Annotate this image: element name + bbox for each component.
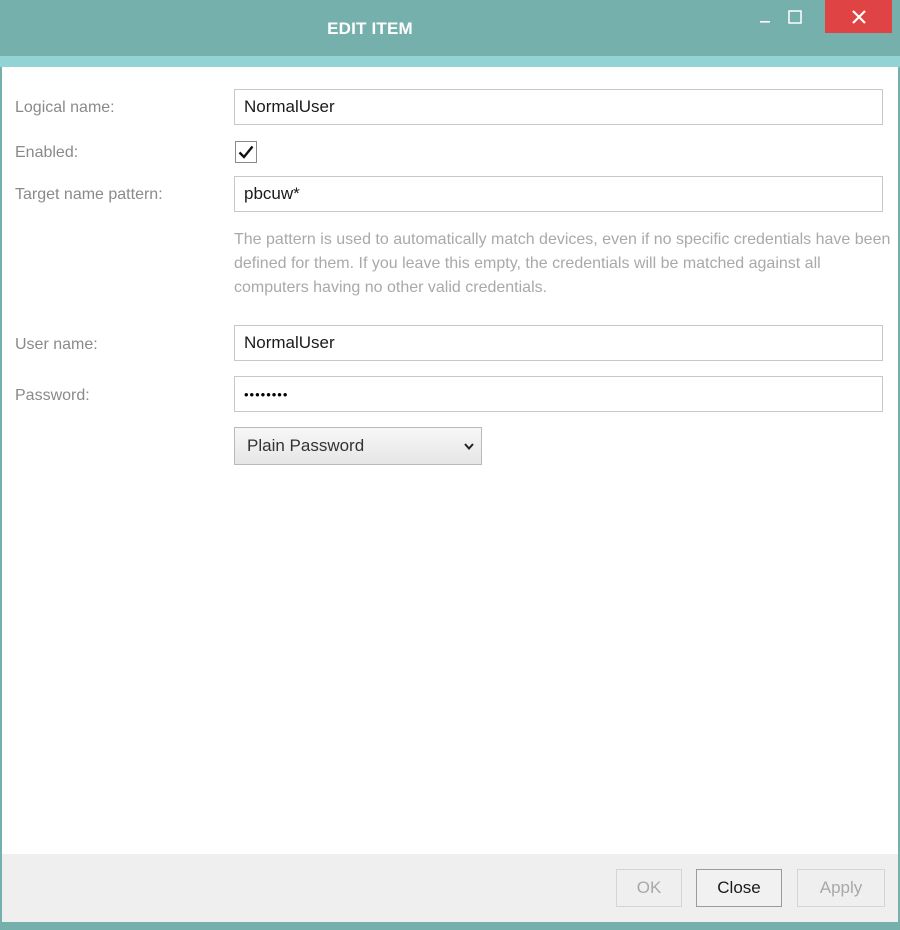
password-input[interactable]: ••••••••	[234, 376, 883, 412]
chevron-down-icon	[464, 443, 474, 451]
apply-button[interactable]: Apply	[797, 869, 885, 907]
logical-name-value: NormalUser	[244, 97, 335, 116]
user-name-input[interactable]: NormalUser	[234, 325, 883, 361]
target-pattern-value: pbcuw*	[244, 184, 300, 203]
form-area: Logical name: NormalUser Enabled: Target…	[2, 67, 898, 854]
maximize-button[interactable]	[782, 0, 808, 34]
enabled-label: Enabled:	[15, 144, 79, 161]
close-button[interactable]: Close	[696, 869, 782, 907]
user-name-value: NormalUser	[244, 333, 335, 352]
logical-name-label: Logical name:	[15, 99, 115, 116]
minimize-icon	[760, 21, 770, 23]
dialog-footer: OK Close Apply	[2, 854, 898, 922]
enabled-checkbox[interactable]	[235, 141, 257, 163]
checkmark-icon	[238, 145, 254, 159]
window-title: EDIT ITEM	[327, 19, 413, 38]
close-window-button[interactable]	[825, 0, 892, 33]
target-pattern-label: Target name pattern:	[15, 186, 163, 203]
target-pattern-input[interactable]: pbcuw*	[234, 176, 883, 212]
target-pattern-hint: The pattern is used to automatically mat…	[234, 231, 891, 296]
user-name-label: User name:	[15, 336, 98, 353]
ok-button[interactable]: OK	[616, 869, 682, 907]
title-bar[interactable]: EDIT ITEM	[0, 0, 900, 56]
password-label: Password:	[15, 387, 90, 404]
accent-strip	[0, 56, 900, 67]
close-icon	[851, 9, 866, 24]
logical-name-input[interactable]: NormalUser	[234, 89, 883, 125]
minimize-button[interactable]	[752, 0, 778, 34]
edit-item-window: EDIT ITEM Logical name: NormalUser Enabl…	[0, 0, 900, 930]
maximize-icon	[788, 10, 802, 24]
password-type-select[interactable]: Plain Password	[234, 427, 482, 465]
password-type-value: Plain Password	[247, 436, 365, 455]
password-value: ••••••••	[244, 386, 289, 402]
